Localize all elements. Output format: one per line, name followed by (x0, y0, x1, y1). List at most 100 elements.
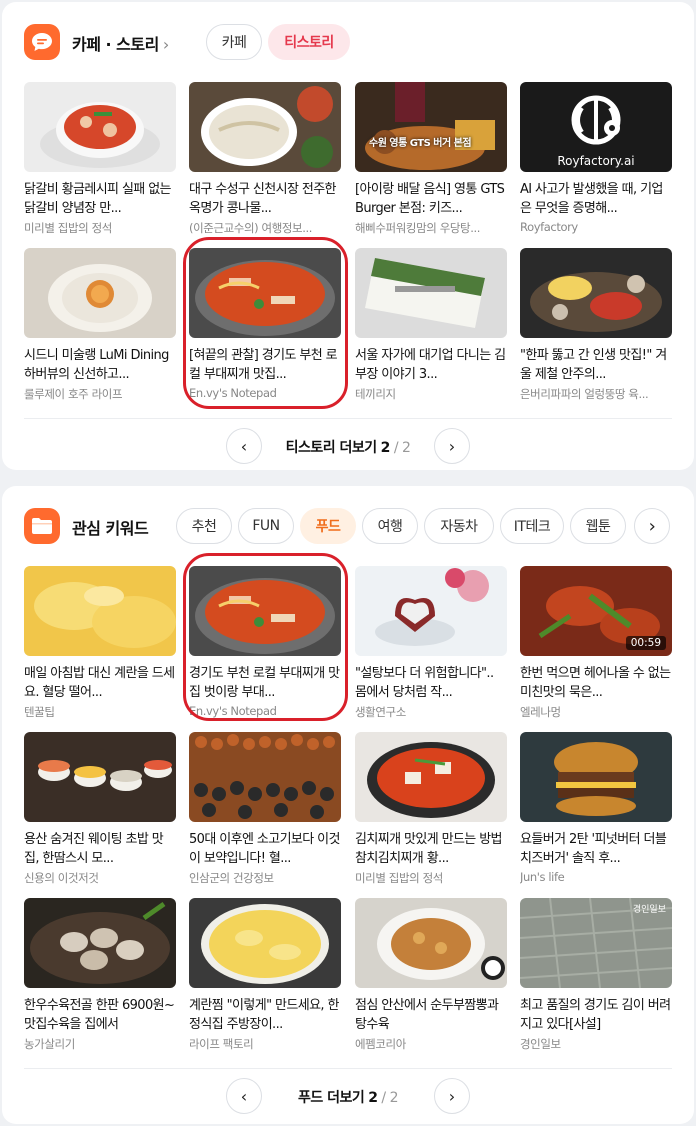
keywords-section: 관심 키워드 추천 FUN 푸드 여행 자동차 IT테크 웹툰 › 매일 아침밥… (2, 486, 694, 1124)
thumbnail (189, 898, 341, 988)
item-source: 텐꿀팁 (24, 705, 55, 719)
divider (24, 1068, 672, 1069)
item-title: 용산 숨겨진 웨이팅 초밥 맛집, 한땀스시 모... (24, 832, 164, 866)
page-total: / 2 (393, 440, 411, 456)
chevron-right-icon: › (448, 436, 456, 456)
tab-travel[interactable]: 여행 (362, 508, 418, 544)
item-title: 대구 수성구 신천시장 전주한옥명가 콩나물... (189, 182, 337, 216)
page-current: 2 (380, 440, 391, 456)
thumbnail-caption: 경인일보 (632, 905, 666, 915)
tab-tistory[interactable]: 티스토리 (268, 24, 350, 60)
item-title: 닭갈비 황금레시피 실패 없는 닭갈비 양념장 만... (24, 182, 172, 216)
pagination: ‹ 티스토리 더보기 2 / 2 › (2, 428, 694, 464)
tab-label: 여행 (377, 519, 403, 535)
tab-recommend[interactable]: 추천 (176, 508, 232, 544)
tabs-next-button[interactable]: › (634, 508, 670, 544)
pagination: ‹ 푸드 더보기 2 / 2 › (2, 1078, 694, 1114)
list-item[interactable]: 50대 이후엔 소고기보다 이것이 보약입니다! 혈... 인삼군의 건강정보 (189, 732, 341, 886)
list-item[interactable]: 용산 숨겨진 웨이팅 초밥 맛집, 한땀스시 모... 신용의 이것저것 (24, 732, 176, 886)
thumbnail (355, 898, 507, 988)
thumbnail (24, 248, 176, 338)
list-item[interactable]: "설탕보다 더 위험합니다".. 몸에서 당처럼 작... 생활연구소 (355, 566, 507, 720)
item-title: 50대 이후엔 소고기보다 이것이 보약입니다! 혈... (189, 832, 341, 866)
folder-icon (24, 508, 60, 544)
tab-car[interactable]: 자동차 (424, 508, 494, 544)
item-title: 경기도 부천 로컬 부대찌개 맛집 벗이랑 부대... (189, 666, 340, 700)
item-source: En.vy's Notepad (189, 704, 277, 718)
list-item[interactable]: Royfactory.ai AI 사고가 발생했을 때, 기업은 무엇을 증명해… (520, 82, 672, 234)
item-source: 엘레나멍 (520, 705, 561, 719)
item-title: AI 사고가 발생했을 때, 기업은 무엇을 증명해... (520, 182, 663, 216)
thumbnail: Royfactory.ai (520, 82, 672, 172)
chevron-right-icon: › (162, 35, 169, 54)
thumbnail (24, 566, 176, 656)
tab-label: 티스토리 (284, 35, 334, 51)
cafe-story-section: 카페 · 스토리 › 카페 티스토리 닭갈비 황금레시피 실패 없는 닭갈비 양념… (2, 2, 694, 470)
item-source: 에펨코리아 (355, 1037, 406, 1051)
section-title: 카페 · 스토리 (72, 35, 159, 54)
item-title: 시드니 미술랭 LuMi Dining 하버뷰의 신선하고... (24, 348, 169, 382)
more-label: 티스토리 더보기 (285, 440, 378, 456)
item-source: 해삐수퍼워킹맘의 우당탕... (355, 221, 481, 235)
list-item[interactable]: 매일 아침밥 대신 계란을 드세요. 혈당 떨어... 텐꿀팁 (24, 566, 176, 720)
list-item[interactable]: "한파 뚫고 간 인생 맛집!" 겨울 제철 안주의... 은버리파파의 얼렁뚱… (520, 248, 672, 402)
tab-it-tech[interactable]: IT테크 (500, 508, 564, 544)
next-page-button[interactable]: › (434, 1078, 470, 1114)
list-item[interactable]: 시드니 미술랭 LuMi Dining 하버뷰의 신선하고... 룰루제이 호주… (24, 248, 176, 402)
list-item[interactable]: 김치찌개 맛있게 만드는 방법 참치김치찌개 황... 미리별 집밥의 정석 (355, 732, 507, 886)
tab-fun[interactable]: FUN (238, 508, 294, 544)
list-item[interactable]: 서울 자가에 대기업 다니는 김부장 이야기 3... 테끼리지 (355, 248, 507, 402)
tab-label: 자동차 (440, 519, 478, 535)
tab-food[interactable]: 푸드 (300, 508, 356, 544)
page-current: 2 (368, 1090, 378, 1106)
item-source: 은버리파파의 얼렁뚱땅 육... (520, 387, 649, 401)
pager-label[interactable]: 티스토리 더보기 2 / 2 (2, 437, 694, 457)
list-item[interactable]: 수원 영통 GTS 버거 본점 [아이랑 배달 음식] 영통 GTS Burge… (355, 82, 507, 236)
item-title: 매일 아침밥 대신 계란을 드세요. 혈당 떨어... (24, 666, 175, 700)
tab-label: 웹툰 (585, 519, 611, 535)
divider (24, 418, 672, 419)
item-title: "한파 뚫고 간 인생 맛집!" 겨울 제철 안주의... (520, 348, 667, 382)
item-title: [아이랑 배달 음식] 영통 GTS Burger 본점: 키즈... (355, 182, 505, 216)
list-item[interactable]: 경기도 부천 로컬 부대찌개 맛집 벗이랑 부대... En.vy's Note… (189, 566, 341, 718)
list-item[interactable]: 계란찜 "이렇게" 만드세요, 한정식집 주방장이... 라이프 팩토리 (189, 898, 341, 1052)
thumbnail (355, 732, 507, 822)
section-title: 관심 키워드 (72, 519, 149, 538)
item-source: 미리별 집밥의 정석 (24, 221, 112, 235)
list-item[interactable]: [혀끝의 관찰] 경기도 부천 로컬 부대찌개 맛집... En.vy's No… (189, 248, 341, 400)
item-source: Royfactory (520, 220, 578, 234)
thumbnail (189, 566, 341, 656)
item-title: "설탕보다 더 위험합니다".. 몸에서 당처럼 작... (355, 666, 494, 700)
section-title-link[interactable]: 카페 · 스토리 › (72, 31, 169, 55)
item-source: 미리별 집밥의 정석 (355, 871, 443, 885)
list-item[interactable]: 닭갈비 황금레시피 실패 없는 닭갈비 양념장 만... 미리별 집밥의 정석 (24, 82, 176, 236)
tab-webtoon[interactable]: 웹툰 (570, 508, 626, 544)
item-title: 서울 자가에 대기업 다니는 김부장 이야기 3... (355, 348, 506, 382)
item-title: [혀끝의 관찰] 경기도 부천 로컬 부대찌개 맛집... (189, 348, 338, 382)
next-page-button[interactable]: › (434, 428, 470, 464)
item-source: 라이프 팩토리 (189, 1037, 254, 1051)
item-title: 요들버거 2탄 '피넛버터 더블치즈버거' 솔직 후... (520, 832, 667, 866)
item-source: 경인일보 (520, 1037, 561, 1051)
thumbnail: 00:59 (520, 566, 672, 656)
item-source: 룰루제이 호주 라이프 (24, 387, 123, 401)
tab-cafe[interactable]: 카페 (206, 24, 262, 60)
list-item[interactable]: 경인일보 최고 품질의 경기도 김이 버려지고 있다[사설] 경인일보 (520, 898, 672, 1052)
item-title: 최고 품질의 경기도 김이 버려지고 있다[사설] (520, 998, 671, 1032)
list-item[interactable]: 대구 수성구 신천시장 전주한옥명가 콩나물... (이준근교수의) 여행정보.… (189, 82, 341, 236)
list-item[interactable]: 한우수육전골 한판 6900원~맛집수육을 집에서 농가살리기 (24, 898, 176, 1052)
pager-label[interactable]: 푸드 더보기 2 / 2 (2, 1087, 694, 1107)
list-item[interactable]: 요들버거 2탄 '피넛버터 더블치즈버거' 솔직 후... Jun's life (520, 732, 672, 884)
video-duration-badge: 00:59 (625, 636, 666, 650)
page-total: / 2 (381, 1090, 398, 1106)
chevron-right-icon: › (648, 515, 656, 537)
item-title: 계란찜 "이렇게" 만드세요, 한정식집 주방장이... (189, 998, 339, 1032)
thumbnail (355, 566, 507, 656)
tab-label: FUN (252, 518, 280, 534)
thumbnail (520, 248, 672, 338)
list-item[interactable]: 점심 안산에서 순두부짬뽕과 탕수육 에펨코리아 (355, 898, 507, 1052)
item-title: 한번 먹으면 헤어나올 수 없는 미친맛의 묵은... (520, 666, 671, 700)
tab-label: 푸드 (315, 519, 341, 535)
list-item[interactable]: 00:59 한번 먹으면 헤어나올 수 없는 미친맛의 묵은... 엘레나멍 (520, 566, 672, 720)
chat-bubble-icon (24, 24, 60, 60)
